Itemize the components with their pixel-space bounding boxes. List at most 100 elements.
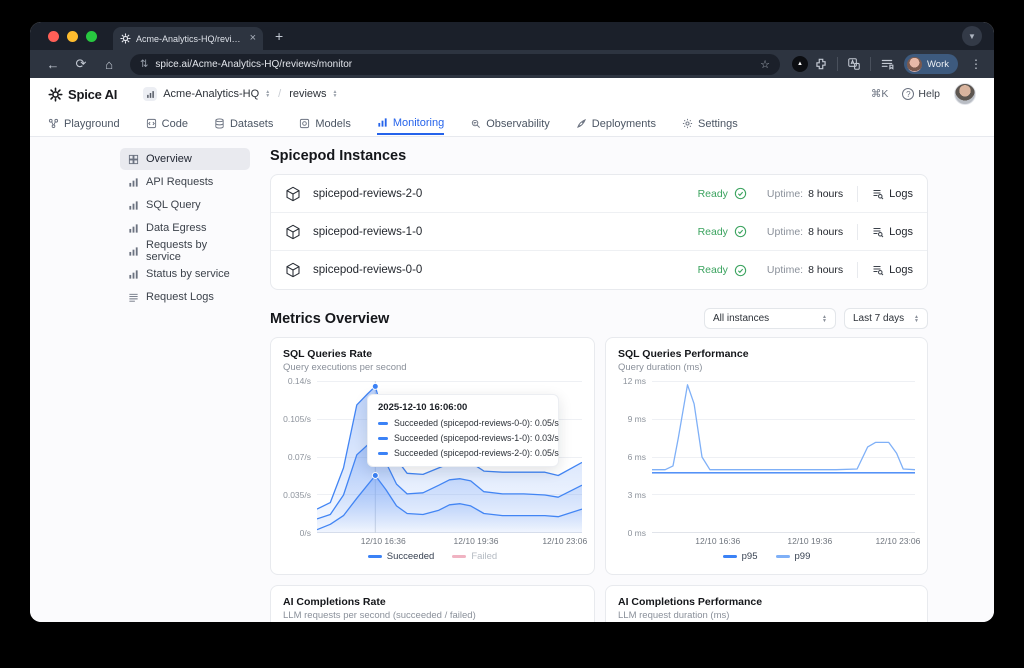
bar-chart-icon (128, 200, 139, 211)
tab-search-button[interactable]: ▼ (962, 26, 982, 46)
series-dash-icon (776, 555, 790, 558)
chevron-updown-icon: ▲▼ (265, 90, 270, 98)
tab-observability[interactable]: Observability (470, 112, 550, 135)
tab-title: Acme-Analytics-HQ/reviews (136, 34, 245, 44)
org-icon (146, 90, 155, 99)
browser-toolbar: ← ⟳ ⌂ ⇅ spice.ai/Acme-Analytics-HQ/revie… (30, 50, 994, 78)
reading-list-icon[interactable] (880, 57, 894, 71)
browser-profile-chip[interactable]: Work (904, 54, 958, 74)
time-range-select[interactable]: Last 7 days ▲▼ (844, 308, 928, 329)
tab-code[interactable]: Code (146, 112, 188, 135)
tab-playground[interactable]: Playground (48, 112, 120, 135)
legend-item[interactable]: p99 (776, 551, 811, 562)
uptime-label: Uptime: (767, 264, 803, 276)
maximize-window-button[interactable] (86, 31, 97, 42)
help-icon: ? (902, 88, 914, 100)
sidebar-item-requests-by-service[interactable]: Requests by service (120, 240, 250, 262)
check-circle-icon (734, 225, 747, 238)
minimize-window-button[interactable] (67, 31, 78, 42)
logs-icon (872, 226, 884, 238)
sidebar-item-overview[interactable]: Overview (120, 148, 250, 170)
tab-deployments[interactable]: Deployments (576, 112, 656, 135)
logs-button[interactable]: Logs (872, 226, 913, 238)
status-badge: Ready (698, 226, 728, 238)
overview-grid-icon (128, 154, 139, 165)
chart-title: AI Completions Performance (618, 596, 915, 608)
instance-row[interactable]: spicepod-reviews-0-0 Ready Uptime: 8 hou… (271, 251, 927, 289)
site-settings-icon[interactable]: ⇅ (140, 59, 148, 70)
new-tab-button[interactable]: + (275, 28, 283, 44)
datasets-icon (214, 118, 225, 129)
command-k-shortcut[interactable]: ⌘K (871, 88, 889, 100)
sidebar-item-sql-query[interactable]: SQL Query (120, 194, 250, 216)
profile-name: Work (927, 59, 949, 70)
instance-row[interactable]: spicepod-reviews-2-0 Ready Uptime: 8 hou… (271, 175, 927, 213)
instances-card: spicepod-reviews-2-0 Ready Uptime: 8 hou… (270, 174, 928, 290)
url-bar[interactable]: ⇅ spice.ai/Acme-Analytics-HQ/reviews/mon… (130, 54, 780, 75)
url-text: spice.ai/Acme-Analytics-HQ/reviews/monit… (155, 59, 753, 70)
instance-name: spicepod-reviews-1-0 (313, 226, 422, 238)
close-window-button[interactable] (48, 31, 59, 42)
series-dash-icon (378, 422, 388, 425)
metrics-title: Metrics Overview (270, 311, 389, 327)
chart-subtitle: Query duration (ms) (618, 362, 915, 373)
sidebar-item-request-logs[interactable]: Request Logs (120, 286, 250, 308)
tab-models[interactable]: Models (299, 112, 350, 135)
org-name: Acme-Analytics-HQ (163, 88, 259, 100)
monitoring-sidebar: Overview API Requests SQL Query Data Egr… (120, 148, 250, 622)
cube-icon (285, 224, 301, 240)
chevron-updown-icon: ▲▼ (914, 315, 919, 323)
settings-gear-icon (682, 118, 693, 129)
chart-title: SQL Queries Performance (618, 348, 915, 360)
logs-icon (872, 264, 884, 276)
tab-monitoring[interactable]: Monitoring (377, 112, 444, 135)
browser-menu-button[interactable]: ⋮ (970, 57, 982, 71)
tab-strip: Acme-Analytics-HQ/reviews × + ▼ (30, 22, 994, 50)
spice-logo[interactable]: Spice AI (48, 87, 117, 102)
spice-favicon-icon (120, 33, 131, 44)
tab-settings[interactable]: Settings (682, 112, 738, 135)
legend-item[interactable]: Succeeded (368, 551, 435, 562)
home-button[interactable]: ⌂ (98, 57, 120, 72)
chart-title: SQL Queries Rate (283, 348, 582, 360)
instance-filter-select[interactable]: All instances ▲▼ (704, 308, 836, 329)
sidebar-item-api-requests[interactable]: API Requests (120, 171, 250, 193)
extension-icon[interactable]: ▲ (792, 56, 808, 72)
sql-queries-rate-card: SQL Queries Rate Query executions per se… (270, 337, 595, 575)
check-circle-icon (734, 264, 747, 277)
reload-button[interactable]: ⟳ (70, 56, 92, 72)
legend-item[interactable]: Failed (452, 551, 497, 562)
main-panel: Spicepod Instances spicepod-reviews-2-0 … (270, 148, 928, 622)
extensions-puzzle-icon[interactable] (814, 57, 828, 71)
sidebar-item-status-by-service[interactable]: Status by service (120, 263, 250, 285)
browser-window: Acme-Analytics-HQ/reviews × + ▼ ← ⟳ ⌂ ⇅ … (30, 22, 994, 622)
legend-item[interactable]: p95 (723, 551, 758, 562)
series-dash-icon (378, 452, 388, 455)
chart-title: AI Completions Rate (283, 596, 582, 608)
logs-button[interactable]: Logs (872, 188, 913, 200)
user-avatar[interactable] (954, 83, 976, 105)
divider (857, 224, 858, 240)
series-dash-icon (368, 555, 382, 558)
instance-row[interactable]: spicepod-reviews-1-0 Ready Uptime: 8 hou… (271, 213, 927, 251)
browser-tab[interactable]: Acme-Analytics-HQ/reviews × (113, 27, 263, 50)
bookmark-star-icon[interactable]: ☆ (760, 58, 770, 71)
back-button[interactable]: ← (42, 57, 64, 72)
sidebar-item-data-egress[interactable]: Data Egress (120, 217, 250, 239)
tab-datasets[interactable]: Datasets (214, 112, 273, 135)
series-dash-icon (452, 555, 466, 558)
app-header: Spice AI Acme-Analytics-HQ ▲▼ / reviews … (30, 78, 994, 110)
spice-gear-icon (48, 87, 63, 102)
help-button[interactable]: ? Help (902, 88, 940, 100)
org-selector[interactable]: Acme-Analytics-HQ ▲▼ (143, 87, 270, 101)
ai-completions-rate-card: AI Completions Rate LLM requests per sec… (270, 585, 595, 622)
bar-chart-icon (128, 246, 139, 257)
translate-icon[interactable] (847, 57, 861, 71)
ai-completions-performance-card: AI Completions Performance LLM request d… (605, 585, 928, 622)
project-selector[interactable]: reviews ▲▼ (289, 88, 337, 100)
logs-button[interactable]: Logs (872, 264, 913, 276)
bar-chart-icon (128, 269, 139, 280)
sql-queries-performance-chart[interactable]: 12 ms9 ms6 ms3 ms0 ms12/10 16:3612/10 19… (618, 381, 915, 566)
bar-chart-icon (128, 177, 139, 188)
close-tab-icon[interactable]: × (250, 33, 256, 44)
